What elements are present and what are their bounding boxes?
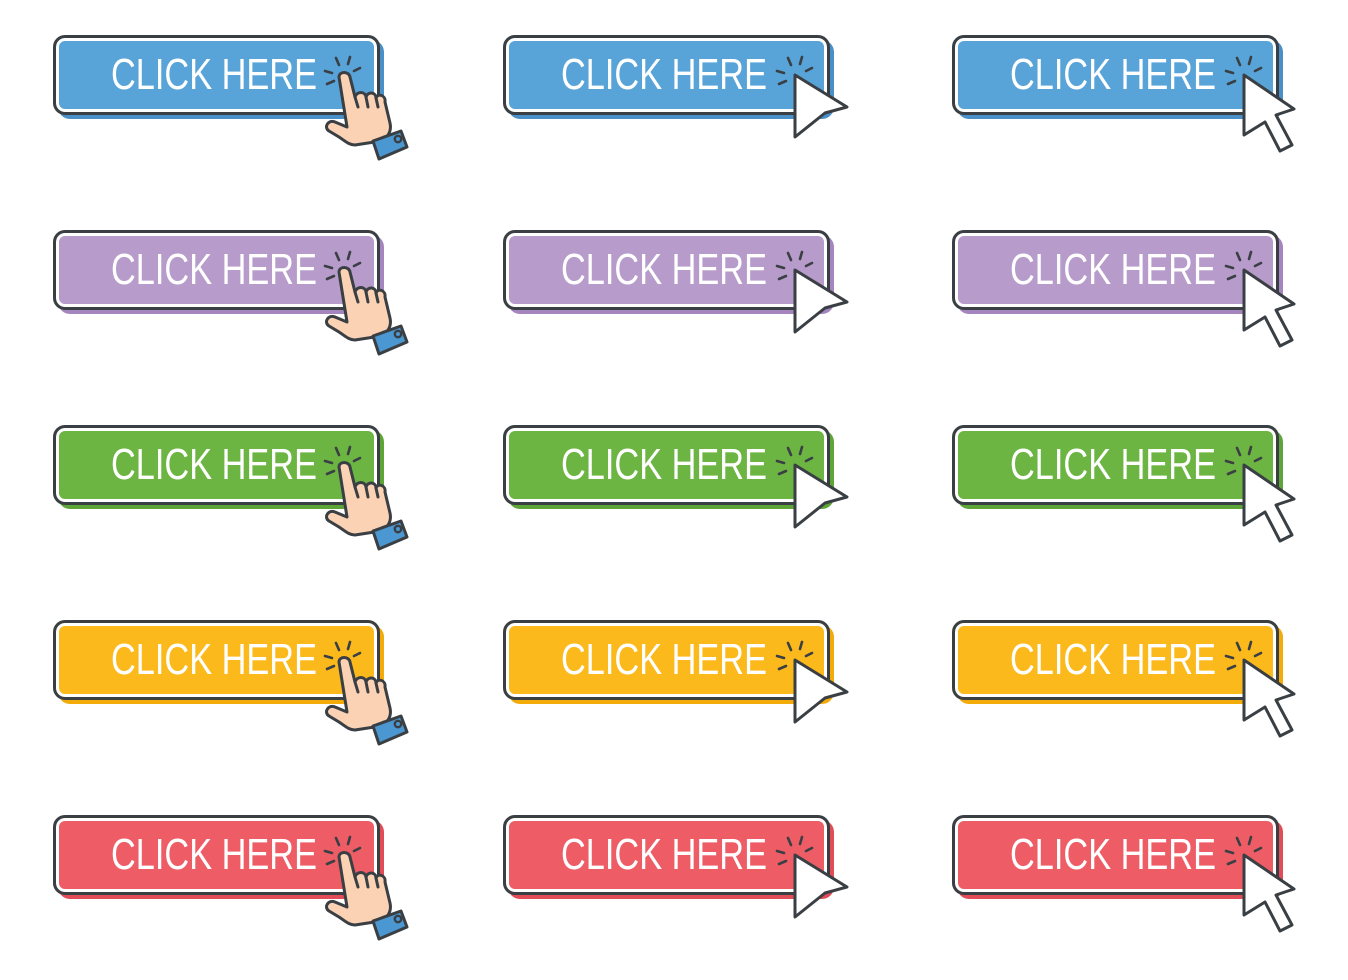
- button-cell-yellow-hand-pointer: CLICK HERE: [53, 620, 453, 780]
- button-cell-blue-arrow-head: CLICK HERE: [503, 35, 903, 195]
- hand-pointer-icon: [323, 250, 409, 356]
- button-cell-blue-hand-pointer: CLICK HERE: [53, 35, 453, 195]
- button-cell-red-arrow-pointer: CLICK HERE: [952, 815, 1348, 975]
- arrow-pointer-cursor-icon: [1242, 268, 1296, 348]
- button-cell-yellow-arrow-head: CLICK HERE: [503, 620, 903, 780]
- button-label: CLICK HERE: [1010, 830, 1216, 879]
- arrow-head-cursor-icon: [775, 445, 849, 529]
- button-cell-green-hand-pointer: CLICK HERE: [53, 425, 453, 585]
- button-cell-blue-arrow-pointer: CLICK HERE: [952, 35, 1348, 195]
- click-here-button-green[interactable]: CLICK HERE: [53, 425, 409, 551]
- arrow-pointer-cursor-icon: [1242, 853, 1296, 933]
- button-cell-purple-arrow-head: CLICK HERE: [503, 230, 903, 390]
- button-label: CLICK HERE: [1010, 50, 1216, 99]
- arrow-pointer-cursor-icon: [1242, 73, 1296, 153]
- button-cell-red-arrow-head: CLICK HERE: [503, 815, 903, 975]
- click-here-button-purple[interactable]: CLICK HERE: [952, 230, 1296, 348]
- arrow-head-cursor-icon: [775, 835, 849, 919]
- button-label: CLICK HERE: [561, 830, 767, 879]
- button-label: CLICK HERE: [561, 50, 767, 99]
- button-label: CLICK HERE: [561, 635, 767, 684]
- button-label: CLICK HERE: [1010, 635, 1216, 684]
- arrow-head-cursor-icon: [775, 640, 849, 724]
- arrow-head-cursor-icon: [775, 250, 849, 334]
- click-here-button-blue[interactable]: CLICK HERE: [53, 35, 409, 161]
- button-label: CLICK HERE: [111, 830, 317, 879]
- click-here-button-green[interactable]: CLICK HERE: [952, 425, 1296, 543]
- arrow-head-cursor-icon: [793, 73, 849, 139]
- button-label: CLICK HERE: [561, 245, 767, 294]
- arrow-pointer-cursor-icon: [1242, 658, 1296, 738]
- arrow-head-cursor-icon: [775, 55, 849, 139]
- hand-pointer-icon: [323, 640, 409, 746]
- click-here-button-yellow[interactable]: CLICK HERE: [503, 620, 849, 724]
- arrow-pointer-cursor-icon: [1224, 250, 1296, 348]
- arrow-pointer-cursor-icon: [1242, 463, 1296, 543]
- button-label: CLICK HERE: [111, 635, 317, 684]
- arrow-head-cursor-icon: [793, 658, 849, 724]
- click-here-button-purple[interactable]: CLICK HERE: [53, 230, 409, 356]
- hand-pointer-icon: [323, 835, 409, 941]
- button-label: CLICK HERE: [1010, 245, 1216, 294]
- button-label: CLICK HERE: [111, 245, 317, 294]
- button-label: CLICK HERE: [1010, 440, 1216, 489]
- button-cell-purple-hand-pointer: CLICK HERE: [53, 230, 453, 390]
- click-here-button-blue[interactable]: CLICK HERE: [503, 35, 849, 139]
- button-label: CLICK HERE: [111, 50, 317, 99]
- arrow-pointer-cursor-icon: [1224, 55, 1296, 153]
- button-cell-yellow-arrow-pointer: CLICK HERE: [952, 620, 1348, 780]
- arrow-pointer-cursor-icon: [1224, 835, 1296, 933]
- click-here-button-red[interactable]: CLICK HERE: [952, 815, 1296, 933]
- click-here-button-purple[interactable]: CLICK HERE: [503, 230, 849, 334]
- arrow-head-cursor-icon: [793, 853, 849, 919]
- button-label: CLICK HERE: [111, 440, 317, 489]
- click-here-button-red[interactable]: CLICK HERE: [503, 815, 849, 919]
- click-here-button-green[interactable]: CLICK HERE: [503, 425, 849, 529]
- button-cell-green-arrow-head: CLICK HERE: [503, 425, 903, 585]
- arrow-head-cursor-icon: [793, 268, 849, 334]
- button-cell-purple-arrow-pointer: CLICK HERE: [952, 230, 1348, 390]
- arrow-pointer-cursor-icon: [1224, 640, 1296, 738]
- button-label: CLICK HERE: [561, 440, 767, 489]
- button-cell-green-arrow-pointer: CLICK HERE: [952, 425, 1348, 585]
- click-here-button-blue[interactable]: CLICK HERE: [952, 35, 1296, 153]
- arrow-head-cursor-icon: [793, 463, 849, 529]
- click-here-button-red[interactable]: CLICK HERE: [53, 815, 409, 941]
- button-cell-red-hand-pointer: CLICK HERE: [53, 815, 453, 975]
- hand-pointer-icon: [323, 445, 409, 551]
- click-here-button-yellow[interactable]: CLICK HERE: [952, 620, 1296, 738]
- click-here-button-yellow[interactable]: CLICK HERE: [53, 620, 409, 746]
- arrow-pointer-cursor-icon: [1224, 445, 1296, 543]
- hand-pointer-icon: [323, 55, 409, 161]
